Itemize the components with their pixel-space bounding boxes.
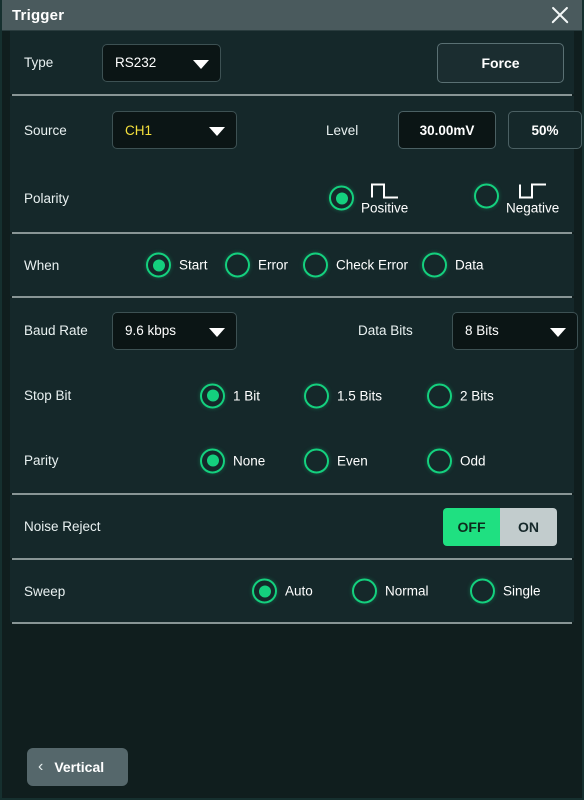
polarity-positive-label: Positive <box>361 201 408 216</box>
pulse-negative-icon <box>518 181 548 201</box>
when-section: When Start Error Check Error Data <box>10 234 574 296</box>
when-option-check-error[interactable]: Check Error <box>303 253 408 278</box>
parity-odd-label: Odd <box>460 453 486 468</box>
source-label: Source <box>24 123 67 138</box>
chevron-down-icon <box>193 60 209 69</box>
polarity-label: Polarity <box>24 191 69 206</box>
level-value-field[interactable]: 30.00mV <box>398 111 496 149</box>
when-data-label: Data <box>455 258 484 273</box>
level-value: 30.00mV <box>420 123 475 138</box>
when-label: When <box>24 258 59 273</box>
parity-even-label: Even <box>337 453 368 468</box>
sweep-option-auto[interactable]: Auto <box>252 579 313 604</box>
source-dropdown[interactable]: CH1 <box>112 111 237 149</box>
parity-option-odd[interactable]: Odd <box>427 448 486 473</box>
noise-reject-toggle[interactable]: OFF ON <box>443 508 557 546</box>
sweep-option-normal[interactable]: Normal <box>352 579 429 604</box>
noise-reject-section: Noise Reject OFF ON <box>10 495 574 558</box>
pulse-positive-icon <box>370 181 400 201</box>
vertical-nav-button[interactable]: ‹ Vertical <box>27 748 128 786</box>
polarity-negative-label: Negative <box>506 201 559 216</box>
force-button-label: Force <box>481 55 519 71</box>
when-option-start[interactable]: Start <box>146 253 208 278</box>
parity-option-none[interactable]: None <box>200 448 265 473</box>
type-label: Type <box>24 55 53 70</box>
vertical-nav-label: Vertical <box>54 759 104 775</box>
page-title: Trigger <box>12 7 64 24</box>
trigger-type-dropdown[interactable]: RS232 <box>102 44 221 82</box>
sweep-label: Sweep <box>24 584 65 599</box>
chevron-down-icon <box>209 127 225 136</box>
when-option-error[interactable]: Error <box>225 253 288 278</box>
polarity-negative-radio[interactable] <box>474 183 499 208</box>
serial-params-section: Baud Rate 9.6 kbps Data Bits 8 Bits Stop… <box>10 298 574 493</box>
stop-bit-option-2bits[interactable]: 2 Bits <box>427 383 494 408</box>
parity-none-label: None <box>233 453 265 468</box>
titlebar: Trigger <box>2 0 582 31</box>
force-button[interactable]: Force <box>437 43 564 83</box>
stop-bit-1bit-label: 1 Bit <box>233 388 260 403</box>
divider-6 <box>12 622 572 624</box>
stop-bit-option-1bit[interactable]: 1 Bit <box>200 383 260 408</box>
sweep-section: Sweep Auto Normal Single <box>10 560 574 622</box>
level-percent-value: 50% <box>531 123 558 138</box>
level-percent-button[interactable]: 50% <box>508 111 582 149</box>
baud-rate-dropdown[interactable]: 9.6 kbps <box>112 312 237 350</box>
sweep-single-label: Single <box>503 584 541 599</box>
data-bits-dropdown[interactable]: 8 Bits <box>452 312 578 350</box>
chevron-down-icon <box>209 328 225 337</box>
trigger-dialog: Trigger Type RS232 Force Source CH1 Leve… <box>0 0 584 800</box>
data-bits-value: 8 Bits <box>465 323 499 338</box>
stop-bit-option-1-5bits[interactable]: 1.5 Bits <box>304 383 382 408</box>
noise-reject-label: Noise Reject <box>24 519 101 534</box>
sweep-normal-label: Normal <box>385 584 429 599</box>
chevron-left-icon: ‹ <box>38 758 43 776</box>
data-bits-label: Data Bits <box>358 323 413 338</box>
when-check-error-label: Check Error <box>336 258 408 273</box>
stop-bit-2bits-label: 2 Bits <box>460 388 494 403</box>
sweep-option-single[interactable]: Single <box>470 579 541 604</box>
type-section: Type RS232 Force <box>10 31 574 94</box>
level-label: Level <box>326 123 358 138</box>
noise-reject-on-option[interactable]: ON <box>500 508 557 546</box>
stop-bit-label: Stop Bit <box>24 388 71 403</box>
source-value: CH1 <box>125 123 152 138</box>
baud-rate-value: 9.6 kbps <box>125 323 176 338</box>
when-start-label: Start <box>179 258 208 273</box>
stop-bit-1-5bits-label: 1.5 Bits <box>337 388 382 403</box>
polarity-positive-radio[interactable] <box>329 186 354 211</box>
polarity-option-positive[interactable]: Positive <box>329 181 408 216</box>
when-error-label: Error <box>258 258 288 273</box>
source-section: Source CH1 Level 30.00mV 50% Polarity <box>10 96 574 232</box>
noise-reject-off-option[interactable]: OFF <box>443 508 500 546</box>
parity-label: Parity <box>24 453 59 468</box>
baud-rate-label: Baud Rate <box>24 323 88 338</box>
parity-option-even[interactable]: Even <box>304 448 368 473</box>
sweep-auto-label: Auto <box>285 584 313 599</box>
trigger-type-value: RS232 <box>115 55 156 70</box>
polarity-option-negative[interactable]: Negative <box>474 181 559 216</box>
close-icon[interactable] <box>547 2 573 28</box>
chevron-down-icon <box>550 328 566 337</box>
when-option-data[interactable]: Data <box>422 253 484 278</box>
